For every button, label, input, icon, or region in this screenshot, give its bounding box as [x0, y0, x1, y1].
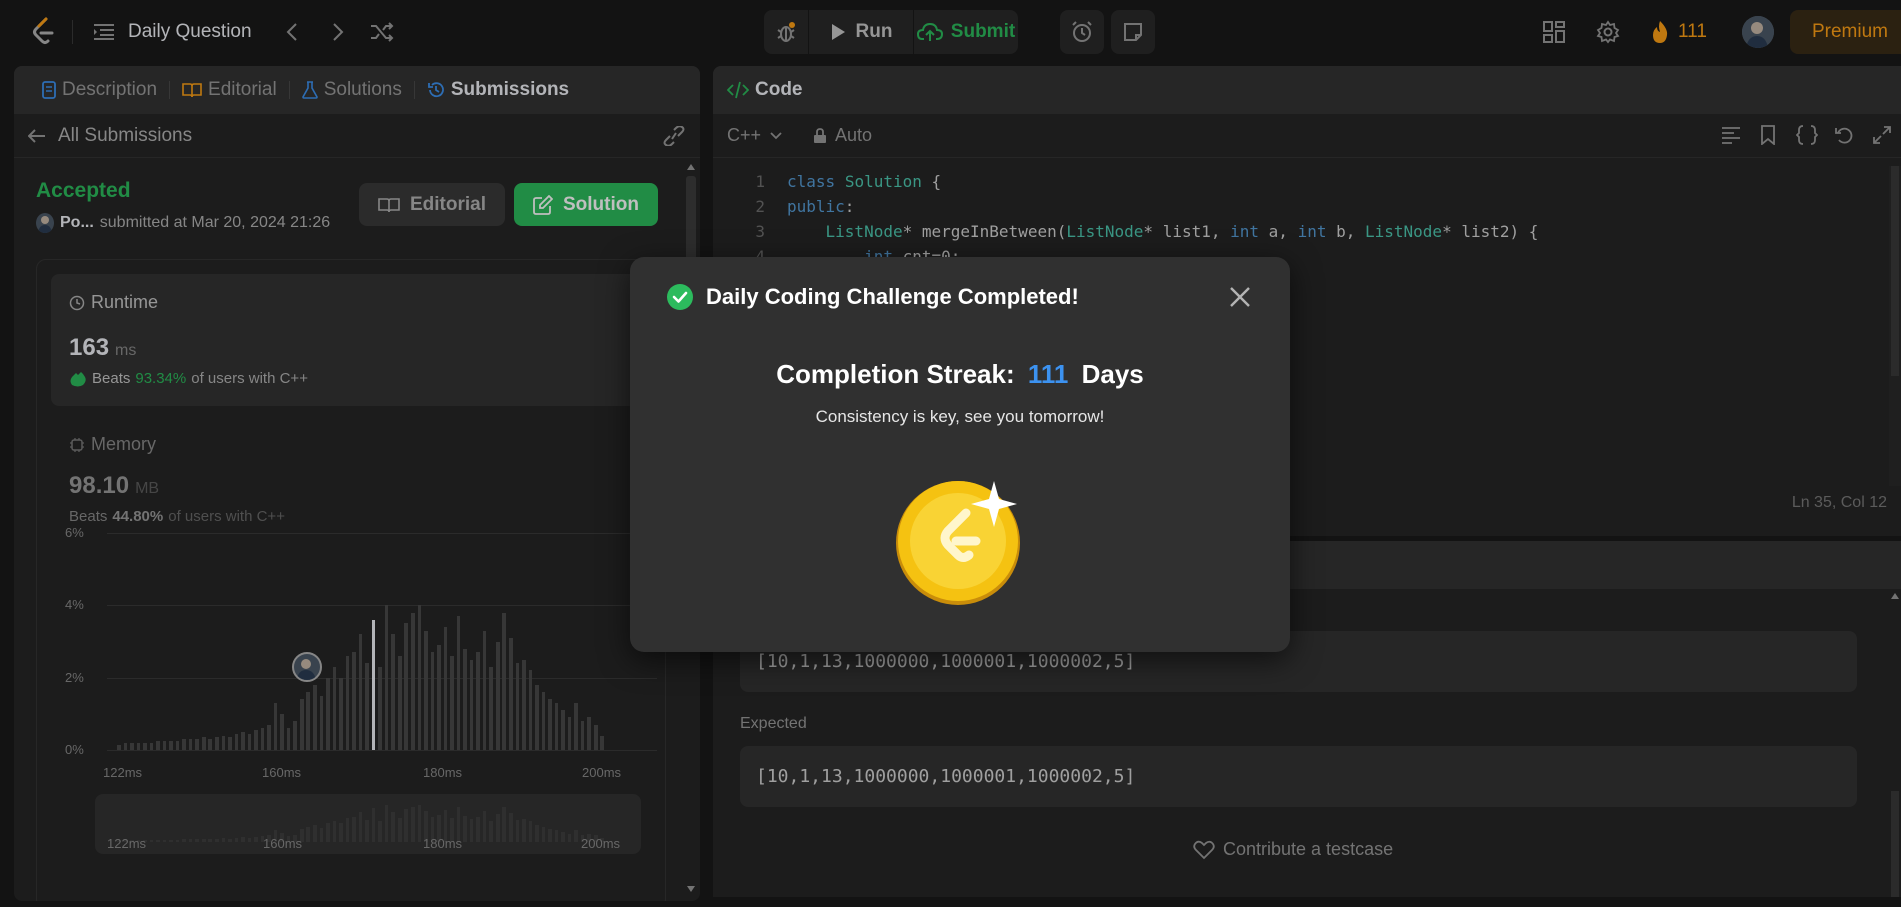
leetcode-coin-icon	[896, 481, 1020, 605]
check-circle-icon	[667, 284, 693, 310]
coin-badge	[896, 475, 1026, 605]
streak-line: Completion Streak: 111 Days	[630, 359, 1290, 390]
streak-message: Consistency is key, see you tomorrow!	[815, 407, 1105, 426]
close-icon	[1230, 287, 1250, 307]
modal-header: Daily Coding Challenge Completed!	[666, 283, 1079, 311]
daily-challenge-modal: Daily Coding Challenge Completed! Comple…	[630, 257, 1290, 652]
modal-title: Daily Coding Challenge Completed!	[706, 284, 1079, 309]
streak-unit: Days	[1081, 359, 1144, 389]
streak-label: Completion Streak:	[776, 359, 1015, 389]
streak-value: 111	[1027, 359, 1069, 389]
close-button[interactable]	[1226, 283, 1254, 311]
